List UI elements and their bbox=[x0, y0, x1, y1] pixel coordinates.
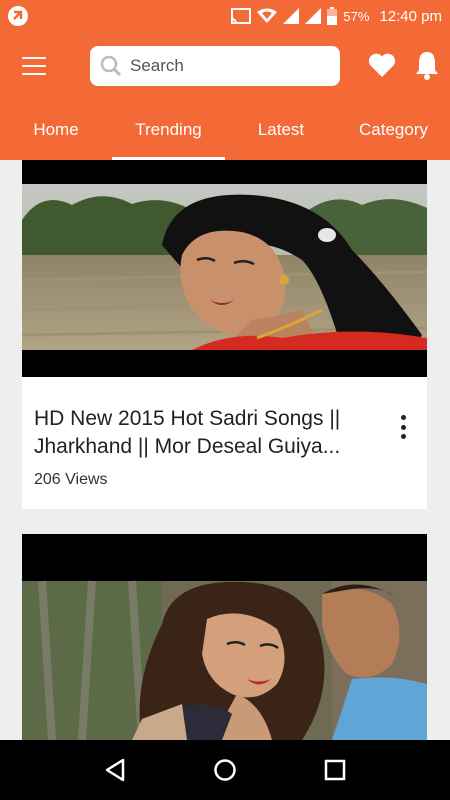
app-bar bbox=[0, 32, 450, 100]
home-button[interactable] bbox=[205, 750, 245, 790]
heart-icon[interactable] bbox=[368, 52, 396, 78]
tab-label: Trending bbox=[135, 120, 202, 139]
video-card[interactable]: HD New 2015 Hot Sadri Songs || Jharkhand… bbox=[22, 160, 427, 509]
recents-icon bbox=[324, 759, 346, 781]
search-input[interactable] bbox=[130, 56, 330, 76]
clock: 12:40 pm bbox=[379, 7, 442, 25]
video-title[interactable]: HD New 2015 Hot Sadri Songs || Jharkhand… bbox=[34, 405, 364, 461]
video-card[interactable] bbox=[22, 534, 427, 740]
cast-icon bbox=[231, 8, 252, 24]
tab-label: Latest bbox=[257, 120, 305, 139]
signal-icon-2 bbox=[305, 8, 322, 24]
wifi-icon bbox=[257, 8, 278, 23]
video-thumbnail[interactable] bbox=[22, 534, 427, 740]
status-bar: 57% 12:40 pm bbox=[0, 0, 450, 32]
video-info: HD New 2015 Hot Sadri Songs || Jharkhand… bbox=[22, 377, 427, 509]
menu-icon[interactable] bbox=[22, 57, 46, 75]
search-box[interactable] bbox=[90, 46, 340, 86]
battery-percent: 57% bbox=[343, 8, 370, 24]
tab-home[interactable]: Home bbox=[0, 100, 112, 160]
system-nav-bar bbox=[0, 740, 450, 800]
tab-trending[interactable]: Trending bbox=[112, 100, 225, 160]
video-thumbnail[interactable] bbox=[22, 160, 427, 377]
signal-icon bbox=[283, 8, 300, 24]
tab-bar: Home Trending Latest Category bbox=[0, 100, 450, 160]
video-views: 206 Views bbox=[34, 471, 108, 488]
more-vert-icon[interactable] bbox=[399, 415, 407, 439]
back-button[interactable] bbox=[95, 750, 135, 790]
bell-icon[interactable] bbox=[414, 50, 440, 80]
notification-app-icon bbox=[8, 6, 28, 26]
tab-label: Home bbox=[33, 120, 79, 139]
back-icon bbox=[105, 758, 125, 782]
tab-category[interactable]: Category bbox=[337, 100, 450, 160]
battery-icon bbox=[327, 7, 338, 25]
tab-latest[interactable]: Latest bbox=[225, 100, 337, 160]
home-icon bbox=[214, 759, 236, 781]
tab-label: Category bbox=[359, 120, 428, 139]
recents-button[interactable] bbox=[315, 750, 355, 790]
video-list[interactable]: HD New 2015 Hot Sadri Songs || Jharkhand… bbox=[0, 160, 450, 740]
search-icon bbox=[100, 55, 122, 77]
